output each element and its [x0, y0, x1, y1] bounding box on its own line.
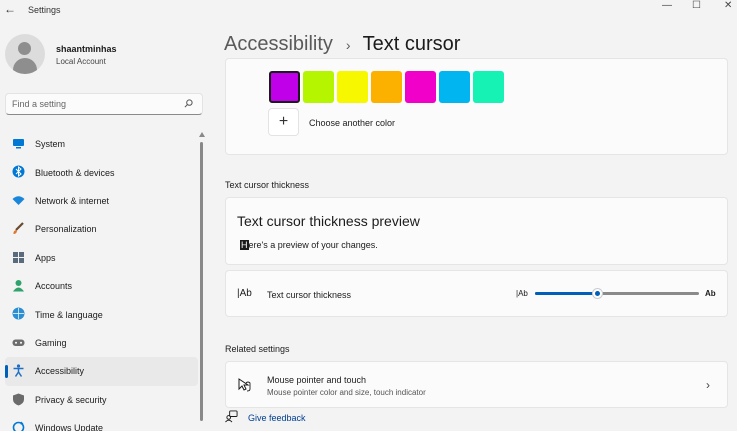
sidebar-item-accessibility[interactable]: Accessibility [5, 357, 198, 386]
account-type: Local Account [56, 57, 106, 66]
search-box[interactable] [5, 93, 203, 115]
back-arrow-icon[interactable]: ← [4, 2, 18, 18]
sidebar-item-label: Bluetooth & devices [35, 167, 115, 178]
sidebar-item-label: Accessibility [35, 366, 85, 377]
avatar-body [13, 58, 37, 74]
choose-another-color-label[interactable]: Choose another color [309, 118, 395, 128]
color-swatch[interactable] [337, 71, 368, 103]
chevron-right-icon[interactable]: › [706, 378, 710, 392]
sidebar-item-label: Apps [35, 252, 56, 263]
slider-fill [535, 292, 597, 295]
wifi-icon [12, 196, 25, 205]
mouse-pointer-title: Mouse pointer and touch [267, 375, 367, 385]
scroll-thumb[interactable] [200, 142, 203, 421]
sidebar-item-network-internet[interactable]: Network & internet [5, 187, 198, 215]
sidebar-item-label: System [35, 139, 66, 150]
preview-title: Text cursor thickness preview [237, 213, 420, 229]
maximize-icon[interactable]: ☐ [692, 0, 701, 11]
color-swatch[interactable] [405, 71, 436, 103]
sidebar-item-personalization[interactable]: Personalization [5, 215, 198, 243]
sidebar-item-label: Network & internet [35, 195, 110, 206]
monitor-icon [13, 139, 24, 149]
user-name: shaantminhas [56, 44, 117, 54]
accessibility-icon [13, 364, 24, 378]
feedback-icon [225, 410, 238, 423]
thickness-label: Text cursor thickness [267, 290, 352, 300]
close-icon[interactable]: ✕ [724, 0, 732, 11]
avatar[interactable] [5, 34, 45, 74]
brush-icon [13, 222, 24, 235]
slider-thumb[interactable] [592, 288, 603, 299]
color-swatch[interactable] [269, 71, 300, 103]
sidebar-nav: System Bluetooth & devices Network & inter… [5, 130, 198, 431]
breadcrumb: Accessibility › Text cursor [224, 33, 460, 56]
color-swatch[interactable] [439, 71, 470, 103]
controller-icon [12, 339, 25, 346]
page-title: Text cursor [362, 33, 461, 55]
bluetooth-icon [12, 165, 25, 178]
sidebar-item-time-language[interactable]: Time & language [5, 300, 198, 328]
preview-sentence: ere's a preview of your changes. [248, 240, 378, 250]
sidebar-item-label: Windows Update [35, 423, 104, 431]
color-swatch[interactable] [473, 71, 504, 103]
person-icon [13, 279, 24, 292]
apps-icon [13, 251, 24, 263]
sidebar-item-label: Personalization [35, 224, 97, 235]
sidebar-item-label: Accounts [35, 281, 73, 292]
color-swatch[interactable] [371, 71, 402, 103]
sidebar-item-gaming[interactable]: Gaming [5, 329, 198, 357]
app-title: Settings [28, 5, 61, 15]
sidebar-item-windows-update[interactable]: Windows Update [5, 414, 198, 431]
mouse-pointer-icon [238, 378, 251, 392]
sidebar-item-label: Gaming [35, 337, 67, 348]
color-swatch[interactable] [303, 71, 334, 103]
thickness-slider[interactable] [535, 288, 699, 299]
slider-min-icon: |Ab [516, 289, 528, 298]
scroll-up-icon[interactable] [199, 132, 205, 137]
text-cursor-icon: |Ab [237, 288, 252, 299]
add-color-button[interactable]: + [268, 108, 299, 136]
sidebar-item-label: Privacy & security [35, 394, 107, 405]
search-icon[interactable] [184, 99, 193, 108]
preview-text: Here's a preview of your changes. [240, 240, 378, 250]
slider-max-icon: Ab [705, 289, 716, 298]
breadcrumb-parent[interactable]: Accessibility [224, 33, 333, 56]
give-feedback-link[interactable]: Give feedback [248, 413, 306, 423]
shield-icon [13, 393, 24, 406]
sidebar-item-system[interactable]: System [5, 130, 198, 158]
text-cursor-caret: H [240, 240, 249, 250]
globe-icon [12, 307, 25, 320]
sidebar-item-accounts[interactable]: Accounts [5, 272, 198, 300]
search-input[interactable] [12, 97, 172, 111]
minimize-icon[interactable]: — [662, 0, 672, 11]
avatar-head [18, 42, 31, 55]
sidebar-item-label: Time & language [35, 309, 103, 320]
sidebar-scrollbar[interactable] [199, 132, 205, 431]
sidebar-item-bluetooth-devices[interactable]: Bluetooth & devices [5, 158, 198, 186]
mouse-pointer-subtitle: Mouse pointer color and size, touch indi… [267, 388, 426, 397]
thickness-section-title: Text cursor thickness [225, 180, 310, 190]
update-icon [12, 421, 25, 431]
breadcrumb-separator-icon: › [345, 36, 351, 53]
sidebar-item-privacy-security[interactable]: Privacy & security [5, 386, 198, 414]
title-bar: ← Settings — ☐ ✕ [0, 0, 737, 22]
related-section-title: Related settings [225, 344, 290, 354]
sidebar-item-apps[interactable]: Apps [5, 244, 198, 272]
thickness-preview-card [225, 197, 728, 265]
